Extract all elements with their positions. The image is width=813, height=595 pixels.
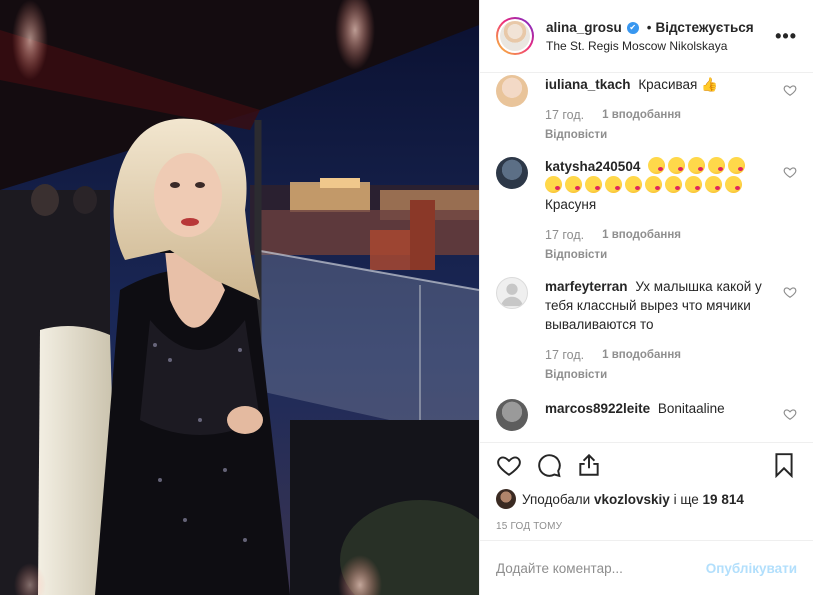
commenter-avatar[interactable] [496, 277, 528, 309]
post-side-panel: alina_grosu ✔ • Відстежується The St. Re… [479, 0, 813, 595]
comment-likes-count[interactable]: 1 вподобання [602, 106, 681, 125]
following-status-button[interactable]: Відстежується [656, 19, 754, 37]
reply-button[interactable]: Відповісти [545, 246, 763, 265]
comment-text: Красуня [545, 197, 597, 212]
comment-like-heart-icon[interactable] [783, 407, 797, 421]
comment-time[interactable]: 17 год. [545, 106, 584, 125]
post-photo[interactable] [0, 0, 479, 595]
kiss-face-emoji-icon [545, 176, 562, 193]
kiss-face-emoji-icon [665, 176, 682, 193]
kiss-face-emoji-icon [648, 157, 666, 174]
comment-like-heart-icon[interactable] [783, 285, 797, 299]
heart-outline-icon[interactable] [496, 452, 522, 478]
comment-likes-count[interactable]: 1 вподобання [602, 226, 681, 245]
post-time-ago[interactable]: 15 год тому [480, 512, 813, 540]
add-comment-form: Опублікувати [480, 540, 813, 595]
bookmark-icon[interactable] [771, 452, 797, 478]
commenter-username[interactable]: marfeyterran [545, 279, 628, 294]
comment-item: marcos8922leite Bonitaaline [496, 399, 797, 431]
commenter-avatar[interactable] [496, 75, 528, 107]
verified-badge-icon: ✔ [626, 21, 639, 34]
comment-item: katysha240504 Красуня 17 год. 1 вподобан… [496, 157, 797, 265]
comments-list[interactable]: iuliana_tkach Красивая 👍 17 год. 1 вподо… [480, 73, 813, 442]
author-username[interactable]: alina_grosu [546, 19, 622, 37]
commenter-username[interactable]: marcos8922leite [545, 401, 650, 416]
kiss-face-emoji-icon [725, 176, 742, 193]
comment-text: Bonitaaline [657, 401, 725, 416]
kiss-face-emoji-icon [565, 176, 582, 193]
comment-like-heart-icon[interactable] [783, 165, 797, 179]
separator-dot: • [646, 19, 652, 35]
kiss-face-emoji-icon [585, 176, 602, 193]
likes-count[interactable]: 19 814 [703, 492, 744, 507]
comment-time[interactable]: 17 год. [545, 226, 584, 245]
kiss-face-emoji-icon [728, 157, 746, 174]
comment-bubble-icon[interactable] [536, 452, 562, 478]
liker-username[interactable]: vkozlovskiy [594, 492, 670, 507]
post-actions-bar [480, 442, 813, 486]
share-upload-icon[interactable] [576, 452, 602, 478]
liker-avatar[interactable] [496, 489, 516, 509]
kiss-face-emoji-icon [705, 176, 722, 193]
publish-button[interactable]: Опублікувати [706, 561, 797, 576]
kiss-face-emoji-icon [688, 157, 706, 174]
commenter-avatar[interactable] [496, 399, 528, 431]
comment-time[interactable]: 17 год. [545, 346, 584, 365]
reply-button[interactable]: Відповісти [545, 366, 763, 385]
comment-like-heart-icon[interactable] [783, 83, 797, 97]
commenter-username[interactable]: katysha240504 [545, 159, 640, 174]
comment-item: marfeyterran Ух малышка какой у тебя кла… [496, 277, 797, 385]
post-location[interactable]: The St. Regis Moscow Nikolskaya [546, 38, 773, 54]
instagram-post: alina_grosu ✔ • Відстежується The St. Re… [0, 0, 813, 595]
post-photo-image [0, 0, 479, 595]
kiss-face-emoji-icon [708, 157, 726, 174]
commenter-username[interactable]: iuliana_tkach [545, 77, 631, 92]
kiss-face-emoji-icon [605, 176, 622, 193]
likes-middle: і ще [673, 491, 699, 507]
more-dots-icon[interactable]: ••• [773, 26, 797, 47]
kiss-face-emoji-icon [685, 176, 702, 193]
comment-item: iuliana_tkach Красивая 👍 17 год. 1 вподо… [496, 75, 797, 145]
likes-prefix: Уподобали [522, 491, 591, 507]
comment-input[interactable] [496, 560, 706, 576]
kiss-face-emoji-icon [625, 176, 642, 193]
reply-button[interactable]: Відповісти [545, 126, 763, 145]
comment-text: Красивая 👍 [638, 77, 718, 92]
kiss-face-emoji-icon [668, 157, 686, 174]
author-info: alina_grosu ✔ • Відстежується The St. Re… [546, 19, 773, 54]
default-avatar-icon [500, 283, 524, 307]
author-avatar[interactable] [496, 17, 534, 55]
comment-likes-count[interactable]: 1 вподобання [602, 346, 681, 365]
likes-summary: Уподобали vkozlovskiy і ще 19 814 [480, 486, 813, 512]
commenter-avatar[interactable] [496, 157, 528, 189]
kiss-face-emoji-icon [645, 176, 662, 193]
post-header: alina_grosu ✔ • Відстежується The St. Re… [480, 0, 813, 73]
